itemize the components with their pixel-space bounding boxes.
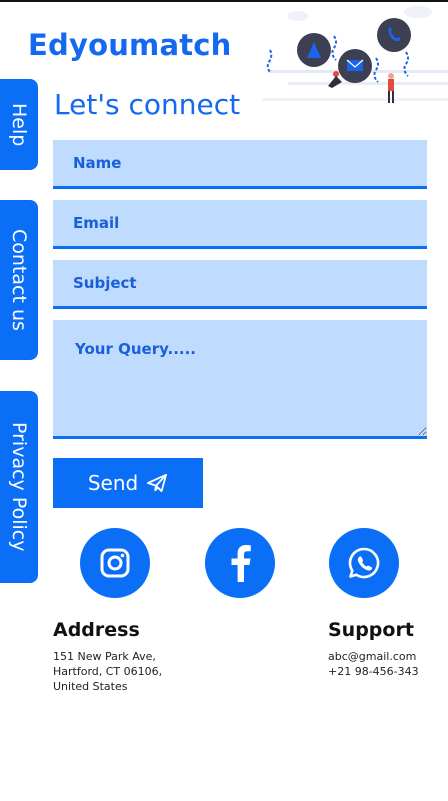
side-tab-privacy-label: Privacy Policy [8,422,30,552]
send-button-label: Send [87,471,139,495]
support-text: abc@gmail.com +21 98-456-343 [328,649,443,679]
contact-illustration [262,6,448,103]
facebook-icon [231,545,251,582]
email-field[interactable] [53,200,427,249]
send-button[interactable]: Send [53,458,203,508]
address-line: United States [53,680,128,693]
brand-logo[interactable]: Edyoumatch [28,28,232,62]
side-tab-privacy-policy[interactable]: Privacy Policy [0,391,38,583]
address-title: Address [53,619,140,641]
address-line: 151 New Park Ave, [53,650,156,663]
side-tab-help-label: Help [8,102,30,147]
side-tab-help[interactable]: Help [0,79,38,170]
page-title: Let's connect [54,88,241,121]
subject-field[interactable] [53,260,427,309]
name-field[interactable] [53,140,427,189]
instagram-button[interactable] [80,528,150,598]
whatsapp-icon [348,547,380,579]
support-email[interactable]: abc@gmail.com [328,649,443,664]
side-tab-contact-label: Contact us [8,229,30,331]
address-text: 151 New Park Ave, Hartford, CT 06106, Un… [53,649,193,694]
whatsapp-button[interactable] [329,528,399,598]
facebook-button[interactable] [205,528,275,598]
support-phone[interactable]: +21 98-456-343 [328,664,443,679]
query-textarea[interactable] [53,320,427,439]
support-title: Support [328,619,414,641]
paper-plane-icon [147,473,168,493]
address-line: Hartford, CT 06106, [53,665,163,678]
side-tab-contact-us[interactable]: Contact us [0,200,38,360]
instagram-icon [100,548,130,578]
